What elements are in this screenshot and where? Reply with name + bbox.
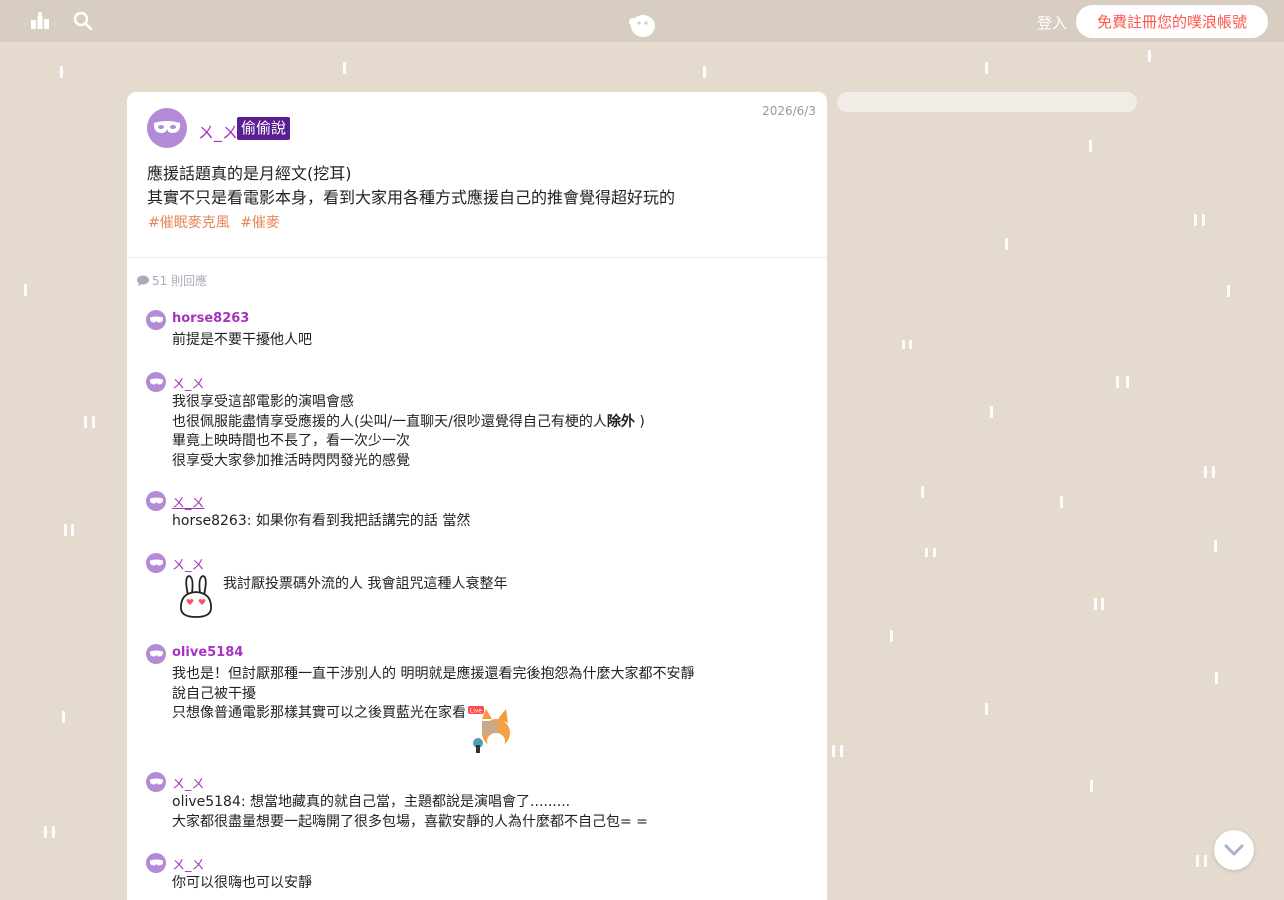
response-author[interactable]: ㄨ_ㄨ (172, 492, 205, 511)
response-text: 我也是！但討厭那種一直干涉別人的 明明就是應援還看完後抱怨為什麼大家都不安靜 說… (172, 665, 694, 724)
plurk-logo-icon[interactable] (627, 12, 657, 38)
post-date: 2026/6/3 (762, 104, 816, 118)
response-text: 我討厭投票碼外流的人 我會詛咒這種人衰整年 (223, 575, 507, 595)
login-link[interactable]: 登入 (1037, 12, 1067, 33)
response-text: 你可以很嗨也可以安靜 (172, 874, 312, 894)
response-line: 只想像普通電影那樣其實可以之後買藍光在家看 (172, 705, 466, 721)
response-line: 很享受大家參加推活時閃閃發光的感覺 (172, 452, 410, 469)
hashtag-link[interactable]: #催眠麥克風 (148, 215, 230, 231)
response-line-part: 也很佩服能盡情享受應援的人(尖叫/一直聊天/很吵還覺得自己有梗的人 (172, 413, 607, 430)
sidebar-placeholder (837, 92, 1137, 112)
post-line: 應援話題真的是月經文(挖耳) (147, 164, 352, 183)
response-line: 你可以很嗨也可以安靜 (172, 875, 312, 891)
response-line: 大家都很盡量想要一起嗨開了很多包場，喜歡安靜的人為什麼都不自己包= = (172, 813, 648, 830)
response-author[interactable]: horse8263 (172, 311, 249, 326)
sticker-live-label: Live (470, 708, 483, 715)
register-button[interactable]: 免費註冊您的噗浪帳號 (1076, 5, 1268, 38)
anonymous-badge: 偷偷說 (237, 117, 291, 140)
avatar[interactable] (146, 491, 166, 511)
response-text: horse8263: 如果你有看到我把話講完的話 當然 (172, 512, 470, 532)
post-content: 應援話題真的是月經文(挖耳) 其實不只是看電影本身，看到大家用各種方式應援自己的… (147, 162, 675, 210)
response-line: 我很享受這部電影的演唱會感 (172, 394, 354, 410)
avatar[interactable] (146, 644, 166, 664)
avatar[interactable] (146, 853, 166, 873)
post-line: 其實不只是看電影本身，看到大家用各種方式應援自己的推會覺得超好玩的 (147, 188, 676, 207)
avatar[interactable] (146, 310, 166, 330)
response-line: 前提是不要干擾他人吧 (172, 332, 312, 348)
plurk-card: ㄨ_ㄨ 偷偷說 2026/6/3 應援話題真的是月經文(挖耳) 其實不只是看電影… (127, 92, 827, 900)
search-icon[interactable] (73, 11, 93, 31)
response-author[interactable]: ㄨ_ㄨ (172, 554, 205, 573)
response-text: olive5184: 想當地藏真的就自己當，主題都說是演唱會了.........… (172, 793, 648, 832)
response-line: 也很佩服能盡情享受應援的人(尖叫/一直聊天/很吵還覺得自己有梗的人除外 ) (172, 413, 645, 433)
ranking-icon[interactable] (30, 11, 50, 31)
response-line: olive5184: 想當地藏真的就自己當，主題都說是演唱會了......... (172, 794, 571, 810)
response-author[interactable]: ㄨ_ㄨ (172, 854, 205, 873)
response-author[interactable]: ㄨ_ㄨ (172, 773, 205, 792)
scroll-down-button[interactable] (1214, 830, 1254, 870)
response-text: 前提是不要干擾他人吧 (172, 331, 312, 351)
chevron-down-icon (1224, 844, 1244, 856)
response-line: horse8263: 如果你有看到我把話講完的話 當然 (172, 513, 471, 529)
comment-icon (137, 275, 149, 286)
avatar[interactable] (147, 108, 187, 148)
avatar[interactable] (146, 553, 166, 573)
fox-live-sticker: Live (468, 706, 510, 753)
mask-avatar-icon (153, 121, 181, 133)
top-navigation-bar: 登入 免費註冊您的噗浪帳號 (0, 0, 1284, 42)
response-author[interactable]: olive5184 (172, 645, 243, 660)
response-line: 我討厭投票碼外流的人 我會詛咒這種人衰整年 (223, 576, 508, 592)
response-line: 我也是！但討厭那種一直干涉別人的 明明就是應援還看完後抱怨為什麼大家都不安靜 (172, 666, 695, 682)
response-bold-text: 除外 (606, 413, 635, 430)
response-count-label: 51 則回應 (152, 274, 208, 288)
response-author[interactable]: ㄨ_ㄨ (172, 373, 205, 392)
response-text: 我很享受這部電影的演唱會感 也很佩服能盡情享受應援的人(尖叫/一直聊天/很吵還覺… (172, 393, 645, 471)
hashtag-link[interactable]: #催麥 (240, 215, 280, 231)
response-count: 51 則回應 (137, 272, 207, 289)
post-author[interactable]: ㄨ_ㄨ (198, 119, 238, 143)
post-tags: #催眠麥克風 #催麥 (148, 212, 286, 232)
bunny-heart-eyes-sticker (180, 575, 212, 618)
response-line: 畢竟上映時間也不長了，看一次少一次 (172, 433, 410, 449)
response-line: 說自己被干擾 (172, 685, 256, 702)
avatar[interactable] (146, 772, 166, 792)
post-header: ㄨ_ㄨ 偷偷說 2026/6/3 應援話題真的是月經文(挖耳) 其實不只是看電影… (127, 92, 827, 258)
avatar[interactable] (146, 372, 166, 392)
response-line-part: ) (634, 413, 645, 430)
